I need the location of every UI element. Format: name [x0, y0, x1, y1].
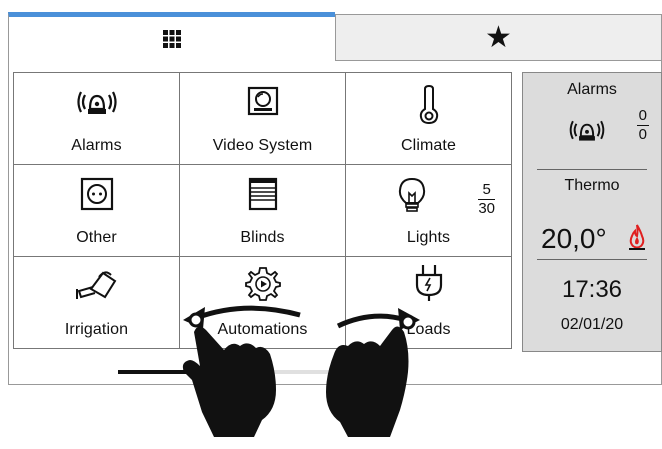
lights-count: 5 30 — [478, 181, 495, 218]
tile-label: Video System — [212, 137, 313, 154]
plug-icon — [415, 265, 442, 301]
tile-label: Climate — [401, 137, 456, 154]
intercom-camera-icon — [247, 86, 278, 116]
alarm-siren-icon — [569, 120, 605, 141]
tile-blinds[interactable]: Blinds — [179, 164, 346, 257]
tile-label: Loads — [406, 321, 451, 338]
divider — [537, 169, 647, 170]
tab-bar: ★ — [8, 12, 662, 61]
star-icon: ★ — [485, 19, 512, 55]
temperature-value: 20,0° — [541, 223, 607, 254]
tab-favorites[interactable]: ★ — [335, 14, 662, 61]
alarm-siren-icon — [76, 91, 117, 114]
tile-other[interactable]: Other — [13, 164, 180, 257]
alarms-title: Alarms — [567, 81, 617, 98]
tile-label: Other — [76, 229, 117, 246]
flame-icon — [629, 224, 645, 250]
tile-label: Lights — [406, 229, 451, 246]
tile-label: Blinds — [240, 229, 285, 246]
light-bulb-icon — [398, 177, 426, 212]
tile-loads[interactable]: Loads — [345, 256, 512, 349]
thermometer-icon — [419, 85, 438, 125]
gear-play-icon — [244, 267, 281, 301]
tile-label: Alarms — [71, 137, 122, 154]
clock-time: 17:36 — [561, 276, 623, 303]
tile-climate[interactable]: Climate — [345, 72, 512, 165]
lights-on-count: 5 — [478, 181, 495, 200]
scrollbar-thumb[interactable] — [118, 370, 213, 374]
clock-date: 02/01/20 — [560, 316, 624, 333]
tile-irrigation[interactable]: Irrigation — [13, 256, 180, 349]
tab-grid[interactable] — [8, 12, 335, 61]
tile-video-system[interactable]: Video System — [179, 72, 346, 165]
tile-label: Irrigation — [64, 321, 129, 338]
tile-automations[interactable]: Automations — [179, 256, 346, 349]
status-panel: Alarms 0 0 Thermo 20,0° 17:36 02/01/20 — [522, 72, 662, 352]
divider — [537, 259, 647, 260]
power-socket-icon — [80, 177, 113, 211]
tile-lights[interactable]: 5 30 Lights — [345, 164, 512, 257]
alarms-count: 0 0 — [636, 107, 649, 144]
blinds-icon — [248, 177, 277, 211]
alarms-active-count: 0 — [636, 107, 649, 126]
tile-alarms[interactable]: Alarms — [13, 72, 180, 165]
category-grid: Alarms Video System Climate Other Blinds… — [13, 72, 513, 351]
watering-can-icon — [75, 271, 116, 299]
lights-total-count: 30 — [478, 200, 495, 217]
thermo-title: Thermo — [564, 177, 620, 194]
tile-label: Automations — [217, 321, 308, 338]
grid-icon — [163, 30, 181, 48]
alarms-total-count: 0 — [638, 126, 647, 143]
